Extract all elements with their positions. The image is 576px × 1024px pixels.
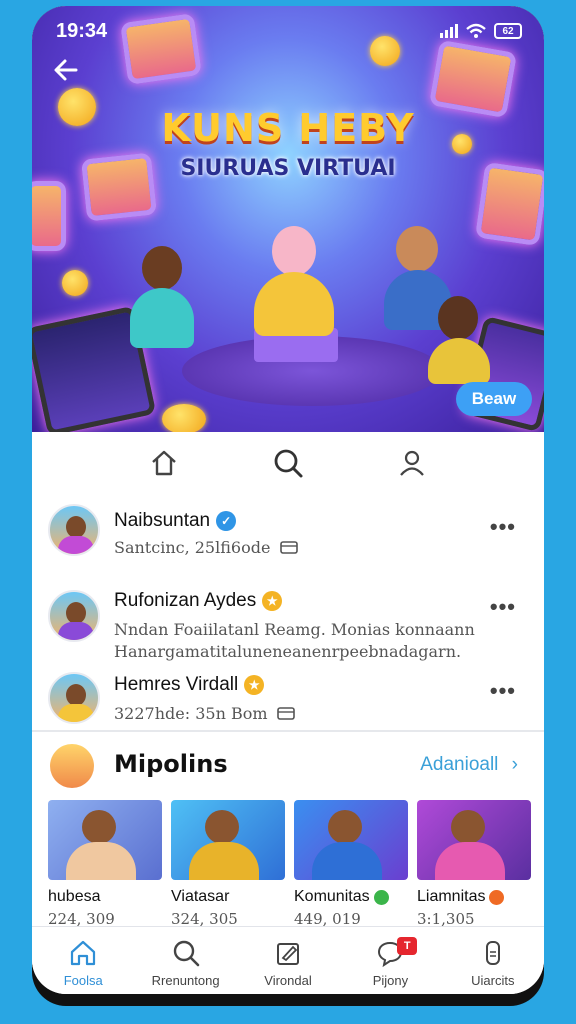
card-title: Liamnitas: [417, 888, 486, 905]
avatar: [48, 590, 100, 642]
search-icon: [170, 937, 202, 969]
signal-icon: [440, 24, 458, 38]
phone-frame: 19:34 62 KUNS HEBY SIURUAS VIRTUAI Beaw: [32, 6, 544, 1006]
back-arrow-icon[interactable]: [50, 54, 82, 86]
hero-action-button[interactable]: Beaw: [456, 382, 532, 416]
user-list: Naibsuntan ✓ Santcinc, 25lfi6ode ••• Ruf…: [32, 496, 544, 746]
list-item[interactable]: Naibsuntan ✓ Santcinc, 25lfi6ode •••: [32, 496, 544, 584]
user-subtitle: Nndan Foaiilatanl Reamg. Monias konnaann: [114, 620, 475, 639]
divider: [32, 730, 544, 732]
more-icon[interactable]: •••: [490, 594, 516, 620]
status-bar: 19:34 62: [56, 18, 522, 44]
tab-label: Rrenuntong: [151, 973, 220, 988]
verified-icon: ✓: [216, 511, 237, 531]
chevron-right-icon: ›: [511, 754, 518, 775]
tab-phone[interactable]: Uiarcits: [442, 927, 544, 994]
more-icon[interactable]: •••: [490, 514, 516, 540]
user-name: Naibsuntan: [114, 510, 211, 531]
user-name: Rufonizan Aydes: [114, 590, 257, 611]
community-card[interactable]: Viatasar 324, 305: [171, 800, 285, 928]
edit-icon: [272, 937, 304, 969]
notification-badge: T: [397, 937, 418, 955]
star-icon: ★: [244, 675, 265, 695]
user-name: Hemres Virdall: [114, 674, 239, 695]
card-thumbnail: [417, 800, 531, 880]
video-tile: [32, 181, 66, 251]
status-dot-icon: [373, 889, 389, 905]
card-title: Viatasar: [171, 888, 230, 905]
character: [122, 246, 202, 366]
hero-subtitle: SIURUAS VIRTUAI: [180, 156, 396, 181]
see-all-link[interactable]: Adanioall ›: [420, 754, 518, 776]
profile-icon[interactable]: [392, 443, 432, 483]
status-dot-icon: [489, 889, 505, 905]
wifi-icon: [466, 23, 486, 38]
hero-title: KUNS HEBY: [161, 106, 415, 150]
more-icon[interactable]: •••: [490, 678, 516, 704]
bottom-nav: Foolsa Rrenuntong Virondal T Pijony Uiar…: [32, 926, 544, 994]
community-card[interactable]: hubesa 224, 309: [48, 800, 162, 928]
star-icon: ★: [262, 591, 283, 611]
coin: [162, 404, 206, 432]
box-icon: [276, 707, 295, 720]
screen: 19:34 62 KUNS HEBY SIURUAS VIRTUAI Beaw: [32, 6, 544, 994]
tab-label: Virondal: [264, 973, 312, 988]
battery-icon: 62: [494, 23, 522, 39]
hero-banner: 19:34 62 KUNS HEBY SIURUAS VIRTUAI Beaw: [32, 6, 544, 432]
phone-icon: [477, 937, 509, 969]
community-card[interactable]: Komunitas 449, 019: [294, 800, 408, 928]
community-card[interactable]: Liamnitas 3:1,305: [417, 800, 531, 928]
card-thumbnail: [171, 800, 285, 880]
tab-edit[interactable]: Virondal: [237, 927, 339, 994]
character: [424, 296, 494, 386]
avatar: [48, 504, 100, 556]
card-title: hubesa: [48, 888, 101, 905]
status-time: 19:34: [56, 19, 108, 42]
tab-label: Pijony: [372, 973, 409, 988]
card-thumbnail: [48, 800, 162, 880]
search-icon[interactable]: [268, 443, 308, 483]
home-icon[interactable]: [144, 443, 184, 483]
tab-search[interactable]: Rrenuntong: [134, 927, 236, 994]
user-subtitle: 3227hde: 35n Bom: [114, 704, 268, 723]
tab-label: Uiarcits: [471, 973, 515, 988]
card-row: hubesa 224, 309 Viatasar 324, 305 Komuni…: [48, 800, 538, 928]
card-thumbnail: [294, 800, 408, 880]
user-subtitle: Santcinc, 25lfi6ode: [114, 538, 271, 557]
top-nav: [32, 432, 544, 494]
character: [244, 226, 344, 336]
tab-label: Foolsa: [63, 973, 103, 988]
coin: [62, 270, 88, 296]
box-icon: [279, 541, 298, 554]
list-item[interactable]: Rufonizan Aydes ★ Nndan Foaiilatanl Ream…: [32, 584, 544, 670]
avatar: [48, 672, 100, 724]
user-subtitle-line2: Hanargamatitaluneneanenrpeebnadagarn.: [114, 642, 462, 661]
home-icon: [67, 937, 99, 969]
section-title: Mipolins: [114, 750, 228, 778]
card-title: Komunitas: [294, 888, 370, 905]
tab-home[interactable]: Foolsa: [32, 927, 134, 994]
section-avatar: [50, 744, 94, 788]
tab-chat[interactable]: T Pijony: [339, 927, 441, 994]
list-item[interactable]: Hemres Virdall ★ 3227hde: 35n Bom •••: [32, 670, 544, 746]
